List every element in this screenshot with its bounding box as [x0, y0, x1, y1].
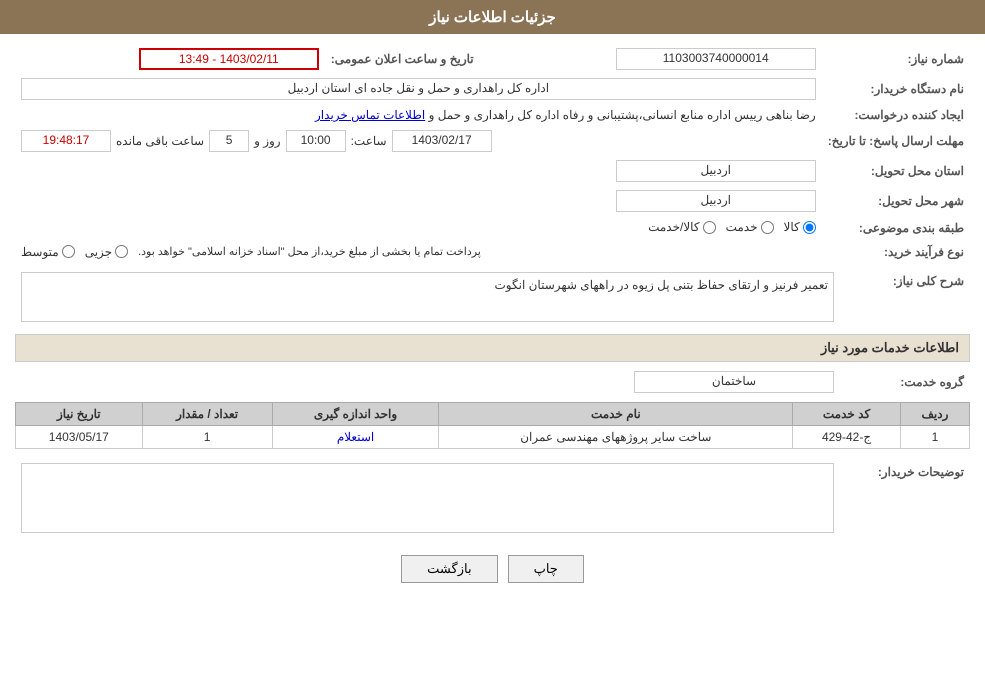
col-qty: تعداد / مقدار: [142, 402, 272, 425]
category-options: کالا/خدمت خدمت کالا: [15, 216, 822, 241]
announce-date-label: تاریخ و ساعت اعلان عمومی:: [325, 44, 480, 74]
org-name-label: نام دستگاه خریدار:: [822, 74, 970, 104]
deadline-row: 19:48:17 ساعت باقی مانده 5 روز و 10:00 س…: [15, 126, 822, 156]
buyer-notes-area[interactable]: [15, 459, 840, 540]
page-title: جزئیات اطلاعات نیاز: [429, 9, 556, 26]
col-date: تاریخ نیاز: [16, 402, 143, 425]
need-desc-label: شرح کلی نیاز:: [840, 268, 970, 326]
deadline-remaining: 19:48:17: [21, 130, 111, 152]
deadline-days-label: روز و: [254, 134, 281, 148]
col-name: نام خدمت: [439, 402, 793, 425]
category-label: طبقه بندی موضوعی:: [822, 216, 970, 241]
city-value: اردبیل: [15, 186, 822, 216]
buyer-notes-label: توضیحات خریدار:: [840, 459, 970, 540]
cell-name: ساخت سایر پروژههای مهندسی عمران: [439, 425, 793, 448]
col-code: کد خدمت: [793, 402, 901, 425]
process-option-jozi[interactable]: جزیی: [85, 245, 128, 259]
deadline-days: 5: [209, 130, 249, 152]
back-button[interactable]: بازگشت: [401, 555, 497, 583]
province-value: اردبیل: [15, 156, 822, 186]
cell-qty: 1: [142, 425, 272, 448]
deadline-time: 10:00: [286, 130, 346, 152]
process-note: پرداخت تمام یا بخشی از مبلغ خرید،از محل …: [138, 245, 481, 258]
col-row: ردیف: [900, 402, 969, 425]
cell-code: ج-42-429: [793, 425, 901, 448]
announce-date-value: 1403/02/11 - 13:49: [15, 44, 325, 74]
service-group-value: ساختمان: [15, 367, 840, 397]
cell-row: 1: [900, 425, 969, 448]
cell-unit: استعلام: [272, 425, 439, 448]
col-unit: واحد اندازه گیری: [272, 402, 439, 425]
need-number-value: 1103003740000014: [480, 44, 822, 74]
deadline-time-label: ساعت:: [351, 134, 387, 148]
deadline-remaining-label: ساعت باقی مانده: [116, 134, 204, 148]
print-button[interactable]: چاپ: [508, 555, 584, 583]
category-option-khedmat[interactable]: خدمت: [726, 220, 774, 234]
services-section-title: اطلاعات خدمات مورد نیاز: [15, 334, 970, 362]
creator-label: ایجاد کننده درخواست:: [822, 104, 970, 126]
table-row: 1 ج-42-429 ساخت سایر پروژههای مهندسی عمر…: [16, 425, 970, 448]
buyer-notes-textarea[interactable]: [21, 463, 834, 533]
creator-value: رضا بناهی رییس اداره منابع انسانی،پشتیبا…: [15, 104, 822, 126]
need-desc-value: تعمیر فرنیز و ارتقای حفاظ بتنی پل زیوه د…: [15, 268, 840, 326]
creator-link[interactable]: اطلاعات تماس خریدار: [315, 108, 425, 122]
org-name-value: اداره کل راهداری و حمل و نقل جاده ای است…: [15, 74, 822, 104]
deadline-date: 1403/02/17: [392, 130, 492, 152]
page-header: جزئیات اطلاعات نیاز: [0, 0, 985, 34]
process-option-motavaset[interactable]: متوسط: [21, 245, 75, 259]
category-option-kala[interactable]: کالا: [784, 220, 816, 234]
process-row: متوسط جزیی پرداخت تمام یا بخشی از مبلغ خ…: [15, 241, 822, 263]
deadline-label: مهلت ارسال پاسخ: تا تاریخ:: [822, 126, 970, 156]
need-number-label: شماره نیاز:: [822, 44, 970, 74]
service-group-label: گروه خدمت:: [840, 367, 970, 397]
city-label: شهر محل تحویل:: [822, 186, 970, 216]
process-label: نوع فرآیند خرید:: [822, 241, 970, 263]
cell-date: 1403/05/17: [16, 425, 143, 448]
province-label: استان محل تحویل:: [822, 156, 970, 186]
category-option-kala-khedmat[interactable]: کالا/خدمت: [648, 220, 715, 234]
